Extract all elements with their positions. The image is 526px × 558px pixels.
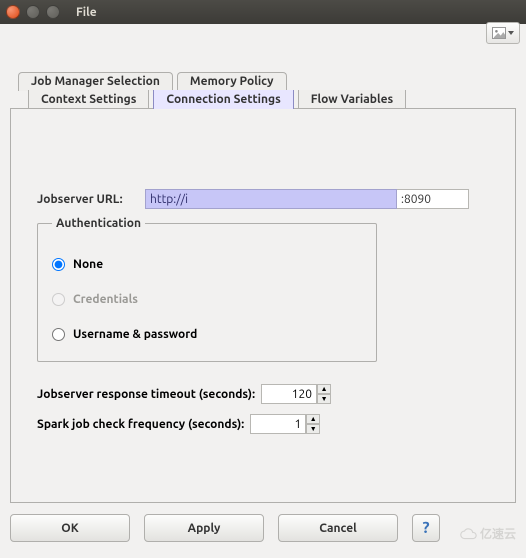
ok-button[interactable]: OK — [10, 514, 130, 542]
image-icon — [492, 27, 506, 39]
timeout-step-up[interactable]: ▲ — [317, 384, 331, 394]
cancel-button[interactable]: Cancel — [278, 514, 398, 542]
frequency-step-down[interactable]: ▼ — [306, 424, 320, 434]
frequency-label: Spark job check frequency (seconds): — [37, 418, 244, 431]
auth-none-label: None — [73, 258, 103, 271]
help-button[interactable]: ? — [412, 514, 440, 542]
tab-row-1: Job Manager Selection Memory Policy — [10, 72, 516, 91]
apply-button[interactable]: Apply — [144, 514, 264, 542]
timeout-step-down[interactable]: ▼ — [317, 394, 331, 404]
window-close-button[interactable] — [6, 5, 20, 19]
settings-panel: Jobserver URL: Authentication None Crede… — [10, 108, 516, 503]
auth-userpass-radio[interactable] — [52, 328, 65, 341]
auth-none-radio[interactable] — [52, 258, 65, 271]
tab-connection-settings[interactable]: Connection Settings — [153, 90, 293, 109]
dialog-button-bar: OK Apply Cancel ? — [10, 514, 516, 542]
frequency-step-up[interactable]: ▲ — [306, 414, 320, 424]
window-titlebar: File — [0, 0, 526, 24]
watermark: 亿速云 — [460, 525, 516, 542]
timeout-label: Jobserver response timeout (seconds): — [37, 388, 255, 401]
tab-job-manager-selection[interactable]: Job Manager Selection — [18, 72, 173, 91]
auth-credentials-radio — [52, 293, 65, 306]
authentication-legend: Authentication — [52, 217, 145, 230]
auth-credentials-label: Credentials — [73, 293, 138, 306]
frequency-input[interactable] — [250, 414, 306, 434]
tab-row-2: Context Settings Connection Settings Flo… — [10, 90, 516, 109]
jobserver-url-label: Jobserver URL: — [37, 193, 145, 206]
jobserver-port-input[interactable] — [397, 189, 469, 209]
tab-context-settings[interactable]: Context Settings — [28, 90, 149, 109]
dropdown-caret-icon — [508, 31, 514, 35]
auth-userpass-label: Username & password — [73, 328, 197, 341]
authentication-fieldset: Authentication None Credentials Username… — [37, 217, 377, 362]
jobserver-url-input[interactable] — [145, 189, 397, 209]
window-title: File — [76, 6, 97, 19]
image-placeholder-button[interactable] — [486, 22, 520, 44]
timeout-input[interactable] — [261, 384, 317, 404]
tab-memory-policy[interactable]: Memory Policy — [177, 72, 287, 91]
window-minimize-button[interactable] — [26, 5, 40, 19]
window-maximize-button[interactable] — [46, 5, 60, 19]
cloud-icon — [460, 528, 478, 540]
tab-flow-variables[interactable]: Flow Variables — [298, 90, 406, 109]
